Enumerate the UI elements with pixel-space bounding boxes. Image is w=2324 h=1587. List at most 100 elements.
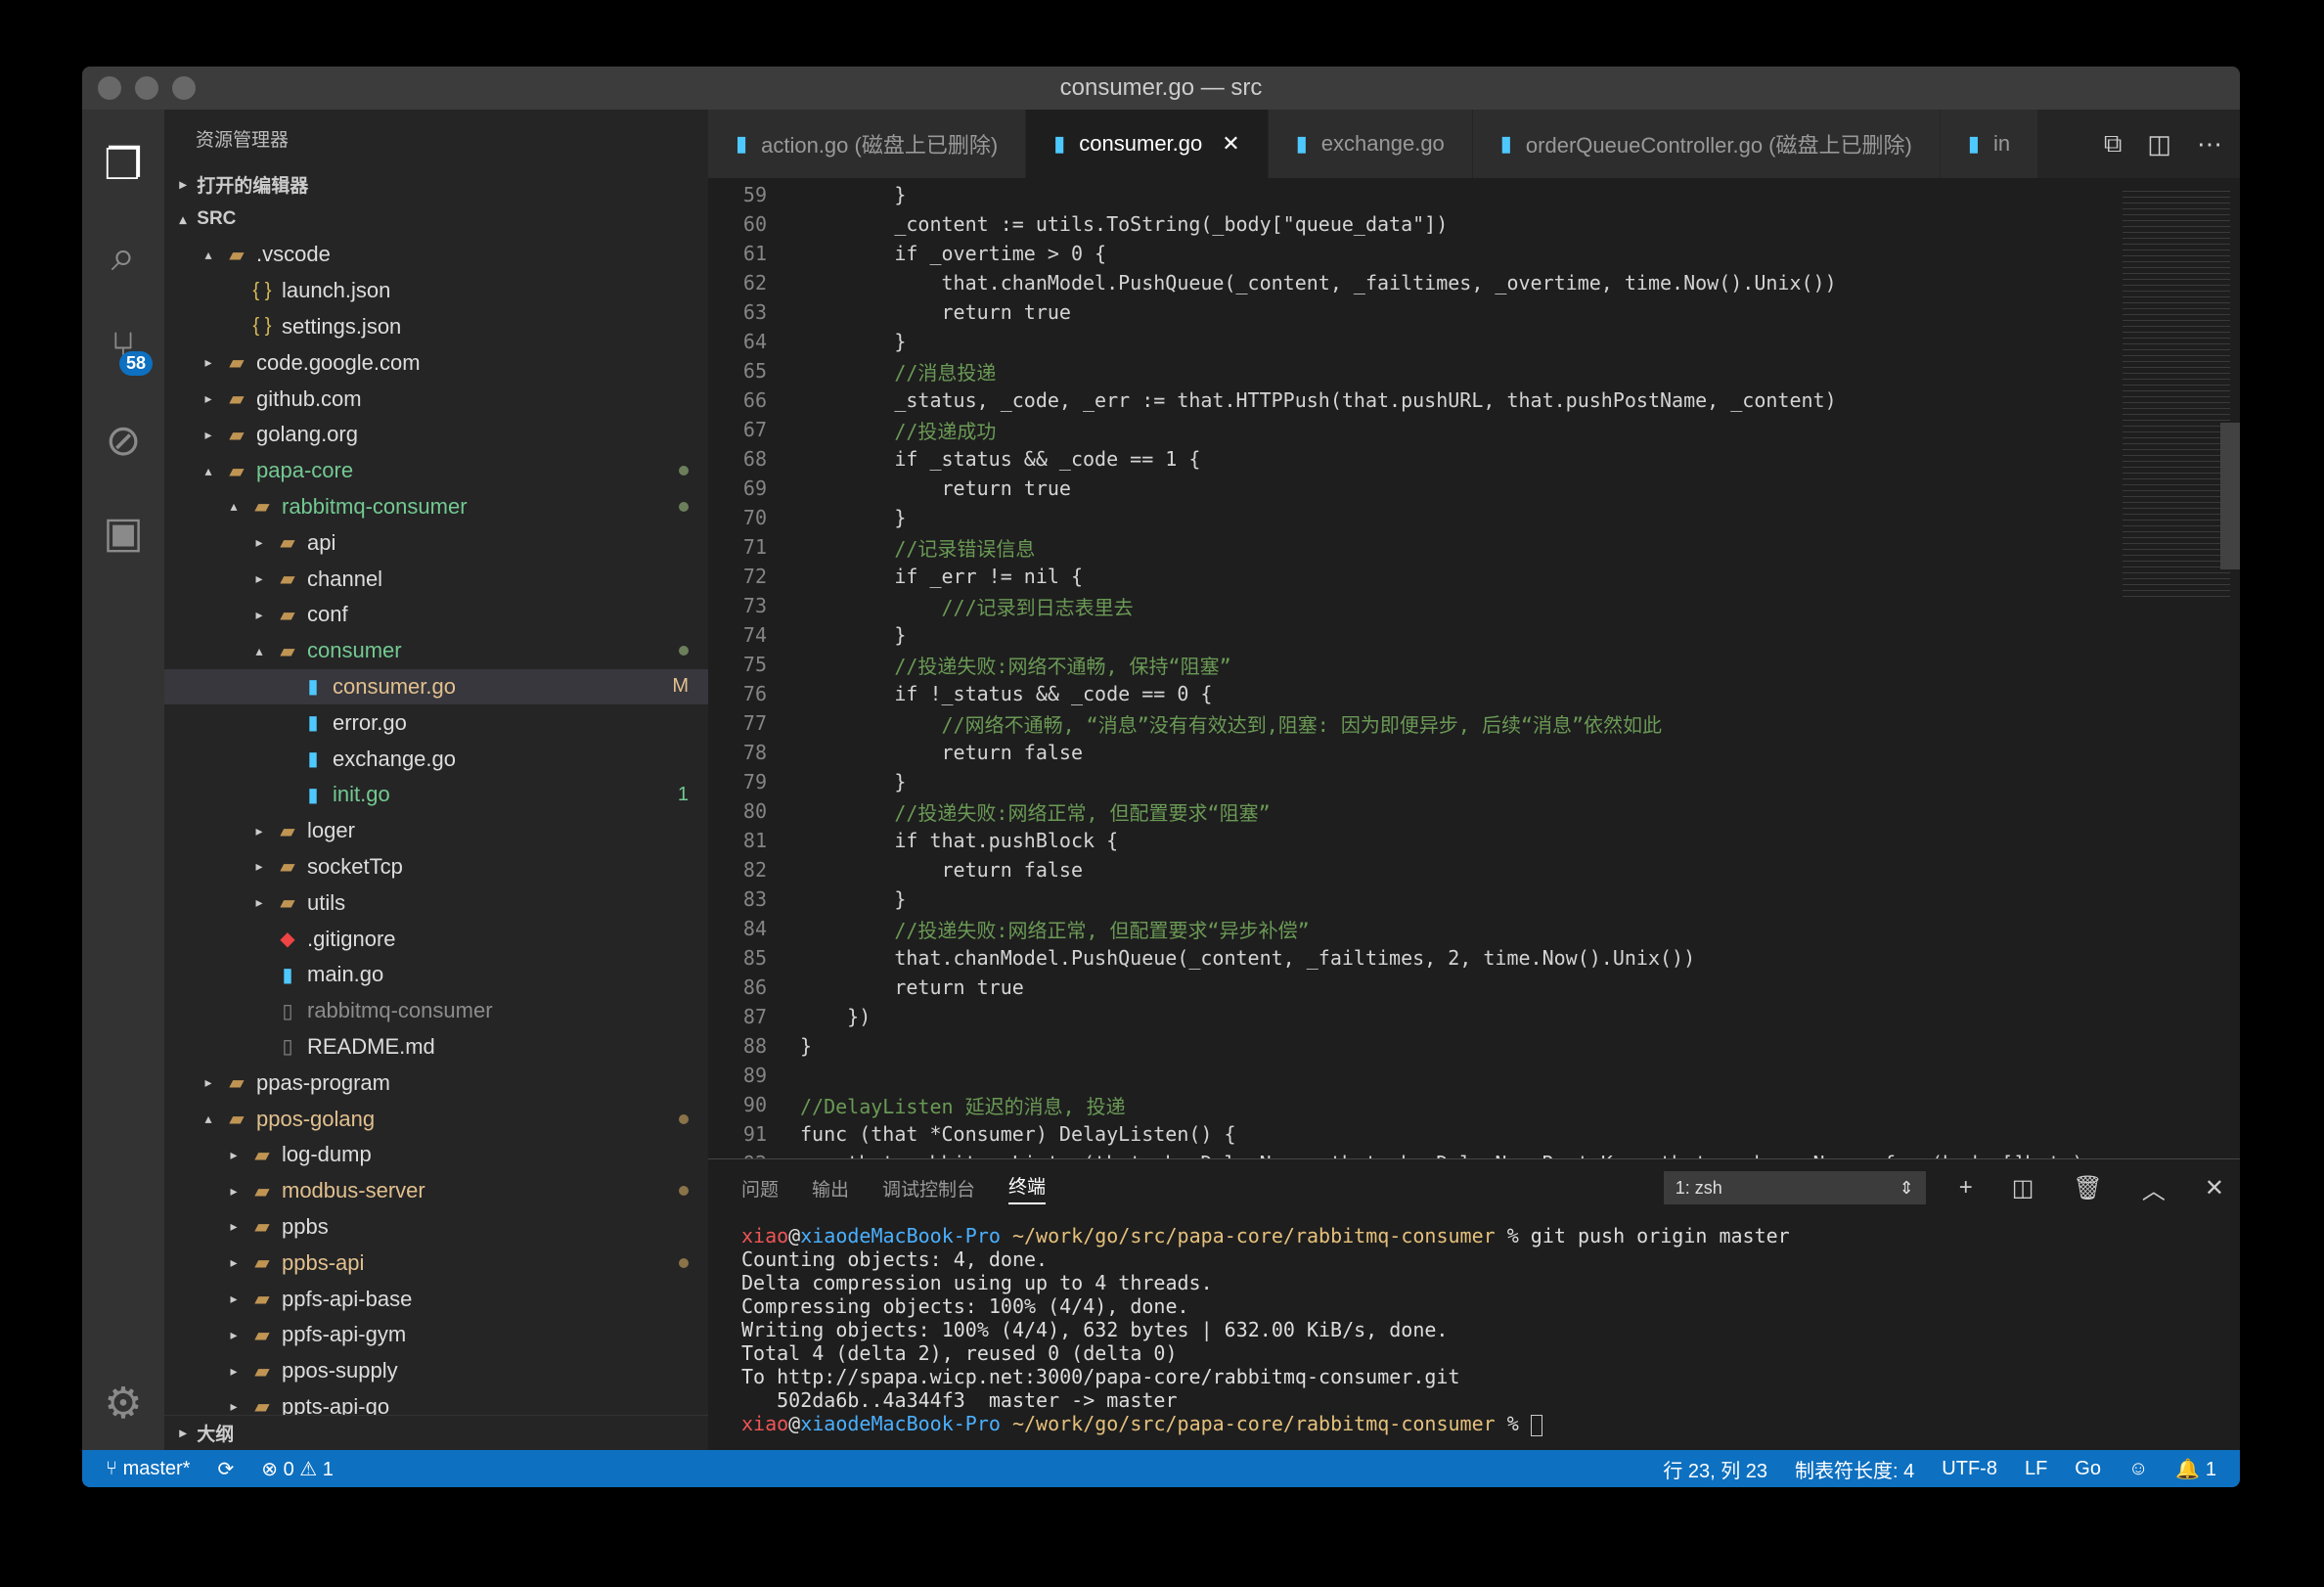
sync-icon[interactable]: ⟳ xyxy=(217,1457,234,1481)
folder-item[interactable]: ▸ ▰ modbus-server xyxy=(164,1173,708,1209)
terminal-select[interactable]: 1: zsh ⇕ xyxy=(1663,1171,1926,1204)
folder-item[interactable]: ▸ ▰ socketTcp xyxy=(164,849,708,885)
line-text: return true xyxy=(800,975,1024,999)
line-number: 66 xyxy=(742,388,767,412)
folder-item[interactable]: ▴ ▰ .vscode xyxy=(164,237,708,273)
chevron-icon: ▸ xyxy=(230,1182,238,1199)
branch-indicator[interactable]: ⑂ master* xyxy=(106,1458,190,1480)
minimize-window-button[interactable] xyxy=(135,76,158,100)
chevron-icon: ▸ xyxy=(255,894,263,911)
tab-output[interactable]: 输出 xyxy=(812,1175,849,1202)
folder-item[interactable]: ▸ ▰ conf xyxy=(164,597,708,633)
file-item[interactable]: { } settings.json xyxy=(164,309,708,345)
code-line: 63 return true xyxy=(708,297,2113,327)
close-icon[interactable]: ✕ xyxy=(1222,131,1239,157)
zoom-window-button[interactable] xyxy=(172,76,196,100)
tab-3[interactable]: ▮ orderQueueController.go (磁盘上已删除) xyxy=(1472,110,1941,178)
feedback-icon[interactable]: ☺ xyxy=(2128,1458,2148,1480)
line-text: that.chanModel.PushQueue(_content, _fail… xyxy=(800,271,1837,295)
tree-item-label: ppbs-api xyxy=(282,1249,365,1275)
maximize-panel-icon[interactable]: ︿ xyxy=(2142,1171,2166,1205)
code-line: 82 return false xyxy=(708,855,2113,884)
folder-icon: ▰ xyxy=(254,1144,270,1166)
folder-item[interactable]: ▴ ▰ rabbitmq-consumer xyxy=(164,489,708,525)
folder-item[interactable]: ▸ ▰ ppos-supply xyxy=(164,1353,708,1389)
tree-item-label: consumer.go xyxy=(333,673,456,699)
folder-item[interactable]: ▸ ▰ ppas-program xyxy=(164,1065,708,1101)
source-control-icon[interactable]: ⑂ 58 xyxy=(82,311,164,385)
language-mode[interactable]: Go xyxy=(2075,1458,2101,1480)
folder-item[interactable]: ▸ ▰ ppfs-api-gym xyxy=(164,1317,708,1353)
tab-0[interactable]: ▮ action.go (磁盘上已删除) xyxy=(708,110,1027,178)
folder-item[interactable]: ▸ ▰ channel xyxy=(164,561,708,597)
folder-item[interactable]: ▸ ▰ log-dump xyxy=(164,1137,708,1173)
tab-terminal[interactable]: 终端 xyxy=(1008,1172,1047,1204)
problems-indicator[interactable]: ⊗ 0 ⚠ 1 xyxy=(261,1457,334,1481)
code-line: 75 //投递失败:网络不通畅, 保持“阻塞” xyxy=(708,650,2113,679)
folder-item[interactable]: ▸ ▰ ppbs xyxy=(164,1209,708,1246)
file-item[interactable]: ▮ init.go 1 xyxy=(164,777,708,813)
tab-4[interactable]: ▮ in xyxy=(1940,110,2039,178)
tree-item-label: socketTcp xyxy=(307,853,403,879)
folder-icon: ▰ xyxy=(280,892,295,915)
cursor-position[interactable]: 行 23, 列 23 xyxy=(1663,1455,1767,1483)
folder-item[interactable]: ▸ ▰ ppts-api-go xyxy=(164,1389,708,1415)
split-terminal-icon[interactable]: ◫ xyxy=(2012,1174,2034,1202)
tab-problems[interactable]: 问题 xyxy=(741,1175,779,1202)
folder-item[interactable]: ▸ ▰ utils xyxy=(164,884,708,921)
editor-scrollbar[interactable] xyxy=(2220,423,2240,569)
file-icon: { } xyxy=(252,279,272,301)
tree-item-label: log-dump xyxy=(282,1142,372,1167)
file-item[interactable]: ▮ main.go xyxy=(164,957,708,993)
git-decoration: M xyxy=(672,675,689,698)
close-panel-icon[interactable]: ✕ xyxy=(2205,1174,2224,1202)
line-number: 72 xyxy=(742,565,767,588)
tab-size[interactable]: 制表符长度: 4 xyxy=(1795,1455,1914,1483)
minimap[interactable] xyxy=(2113,178,2240,1158)
open-changes-icon[interactable]: ⧉ xyxy=(2104,128,2123,159)
tree-item-label: papa-core xyxy=(256,458,354,483)
folder-item[interactable]: ▸ ▰ code.google.com xyxy=(164,344,708,381)
terminal[interactable]: xiao@xiaodeMacBook-Pro ~/work/go/src/pap… xyxy=(708,1216,2240,1450)
search-icon[interactable]: ⌕ xyxy=(82,219,164,294)
folder-item[interactable]: ▸ ▰ ppfs-api-base xyxy=(164,1281,708,1317)
folder-item[interactable]: ▴ ▰ ppos-golang xyxy=(164,1101,708,1137)
folder-item[interactable]: ▸ ▰ loger xyxy=(164,813,708,849)
notifications[interactable]: 🔔 1 xyxy=(2175,1457,2216,1481)
add-terminal-icon[interactable]: + xyxy=(1959,1174,1973,1202)
file-item[interactable]: ▮ consumer.go M xyxy=(164,668,708,705)
tab-1[interactable]: ▮ consumer.go ✕ xyxy=(1026,110,1269,178)
explorer-icon[interactable]: ❐ xyxy=(82,127,164,202)
gear-icon[interactable]: ⚙ xyxy=(82,1366,164,1440)
close-window-button[interactable] xyxy=(98,76,121,100)
folder-item[interactable]: ▸ ▰ github.com xyxy=(164,381,708,417)
split-editor-icon[interactable]: ◫ xyxy=(2147,129,2171,159)
file-item[interactable]: ◆ .gitignore xyxy=(164,921,708,957)
file-item[interactable]: { } launch.json xyxy=(164,273,708,309)
tab-debug-console[interactable]: 调试控制台 xyxy=(882,1175,975,1202)
file-item[interactable]: ▯ README.md xyxy=(164,1029,708,1066)
debug-icon[interactable]: ⊘ xyxy=(82,403,164,477)
file-icon: ▯ xyxy=(282,1036,293,1059)
src-section[interactable]: ▴ SRC xyxy=(164,202,708,237)
extensions-icon[interactable]: ▣ xyxy=(82,495,164,569)
file-item[interactable]: ▮ exchange.go xyxy=(164,741,708,777)
folder-item[interactable]: ▴ ▰ consumer xyxy=(164,633,708,669)
encoding[interactable]: UTF-8 xyxy=(1942,1458,1997,1480)
open-editors-section[interactable]: ▸ 打开的编辑器 xyxy=(164,166,708,202)
code-editor[interactable]: 59 } 60 _content := utils.ToString(_body[… xyxy=(708,178,2113,1158)
more-actions-icon[interactable]: ⋯ xyxy=(2197,129,2222,159)
folder-item[interactable]: ▴ ▰ papa-core xyxy=(164,453,708,489)
folder-item[interactable]: ▸ ▰ api xyxy=(164,524,708,561)
minimap-lines xyxy=(2123,188,2230,599)
tree-item-label: exchange.go xyxy=(333,746,456,771)
file-item[interactable]: ▯ rabbitmq-consumer xyxy=(164,993,708,1029)
trash-icon[interactable]: 🗑 xyxy=(2073,1174,2102,1202)
outline-section[interactable]: ▸ 大纲 xyxy=(164,1415,708,1450)
folder-item[interactable]: ▸ ▰ golang.org xyxy=(164,417,708,453)
file-item[interactable]: ▮ error.go xyxy=(164,704,708,741)
eol[interactable]: LF xyxy=(2025,1458,2047,1480)
tab-2[interactable]: ▮ exchange.go xyxy=(1268,110,1473,178)
line-text: } xyxy=(800,1034,813,1058)
folder-item[interactable]: ▸ ▰ ppbs-api xyxy=(164,1245,708,1281)
